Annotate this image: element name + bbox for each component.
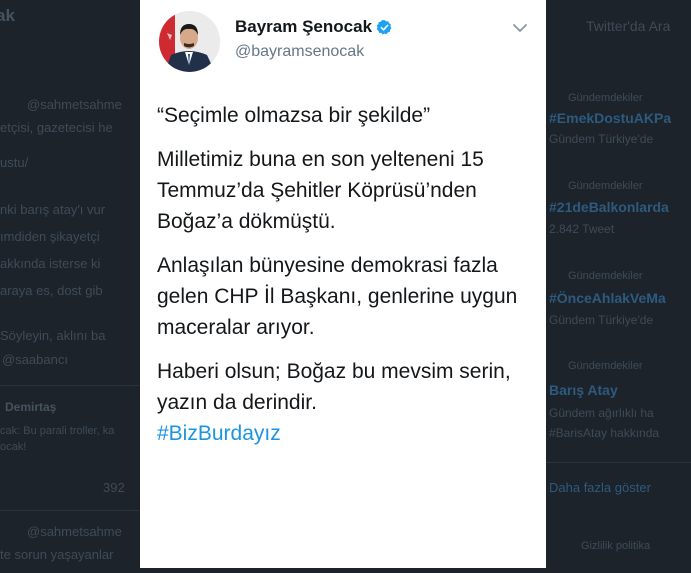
bg-text: ocak! bbox=[0, 441, 27, 453]
background-timeline: ak @sahmetsahme etçisi, gazetecisi he us… bbox=[0, 0, 140, 573]
bg-text: Gündemdekiler bbox=[568, 360, 643, 372]
bg-text: nki barış atay'ı vur bbox=[0, 202, 106, 217]
bg-profile-name: ak bbox=[0, 6, 15, 25]
bg-text: Gizlilik politika bbox=[581, 540, 651, 552]
avatar-image bbox=[159, 11, 220, 72]
bg-text: ımdiden şikayetçi bbox=[0, 229, 100, 244]
divider bbox=[0, 510, 140, 511]
bg-text: etçisi, gazetecisi he bbox=[0, 120, 113, 135]
bg-text: @sahmetsahme bbox=[27, 97, 122, 112]
author-row: Bayram Şenocak bbox=[235, 17, 393, 37]
bg-show-more: Daha fazla göster bbox=[549, 480, 651, 495]
bg-text: araya es, dost gib bbox=[0, 283, 103, 298]
tweet-paragraph: Anlaşılan bünyesine demokrasi fazla gele… bbox=[157, 254, 518, 339]
bg-text: 392 bbox=[103, 480, 125, 495]
hashtag-link[interactable]: #BizBurdayız bbox=[157, 422, 281, 445]
bg-text: @saabancı bbox=[2, 352, 68, 367]
verified-badge-icon bbox=[376, 19, 392, 34]
bg-trend: #EmekDostuAKPa bbox=[549, 110, 672, 126]
bg-text: #BarisAtay hakkında bbox=[549, 426, 660, 440]
bg-text: Demirtaş bbox=[5, 400, 57, 414]
bg-trend: #ÖnceAhlakVeMa bbox=[549, 290, 666, 306]
author-handle[interactable]: @bayramsenocak bbox=[235, 43, 364, 61]
bg-text: 2.842 Tweet bbox=[549, 222, 615, 236]
tweet-body: “Seçimle olmazsa bir şekilde” Milletimiz… bbox=[157, 100, 542, 449]
divider bbox=[0, 385, 140, 386]
bg-text: @sahmetsahme bbox=[27, 524, 122, 539]
tweet-paragraph: “Seçimle olmazsa bir şekilde” bbox=[157, 104, 431, 127]
tweet-card: Bayram Şenocak @bayramsenocak “Seçimle o… bbox=[140, 0, 546, 568]
bg-text: Söyleyin, aklını ba bbox=[0, 328, 106, 343]
bg-text: Gündem Türkiye'de bbox=[549, 132, 654, 146]
bg-text: Gündem Türkiye'de bbox=[549, 313, 654, 327]
chevron-down-icon[interactable] bbox=[512, 22, 528, 34]
bg-trend: Barış Atay bbox=[549, 382, 618, 398]
bg-text: te sorun yaşayanlar bbox=[0, 547, 114, 562]
background-trends: Twitter'da Ara Gündemdekiler #EmekDostuA… bbox=[546, 0, 691, 573]
avatar[interactable] bbox=[159, 11, 220, 72]
bg-text: ustu/ bbox=[0, 155, 29, 170]
divider bbox=[546, 462, 691, 463]
bg-trend: #21deBalkonlarda bbox=[549, 199, 669, 215]
bg-text: akkında isterse ki bbox=[0, 256, 101, 271]
author-name[interactable]: Bayram Şenocak bbox=[235, 17, 372, 37]
bg-text: Gündem ağırlıklı ha bbox=[549, 406, 654, 420]
bg-search: Twitter'da Ara bbox=[586, 18, 671, 34]
bg-text: cak: Bu parali troller, ka bbox=[0, 425, 115, 437]
bg-text: Gündemdekiler bbox=[568, 180, 643, 192]
bg-text: Gündemdekiler bbox=[568, 270, 643, 282]
tweet-paragraph: Haberi olsun; Boğaz bu mevsim serin, yaz… bbox=[157, 360, 511, 414]
bg-text: Gündemdekiler bbox=[568, 92, 643, 104]
tweet-paragraph: Milletimiz buna en son yelteneni 15 Temm… bbox=[157, 148, 484, 233]
